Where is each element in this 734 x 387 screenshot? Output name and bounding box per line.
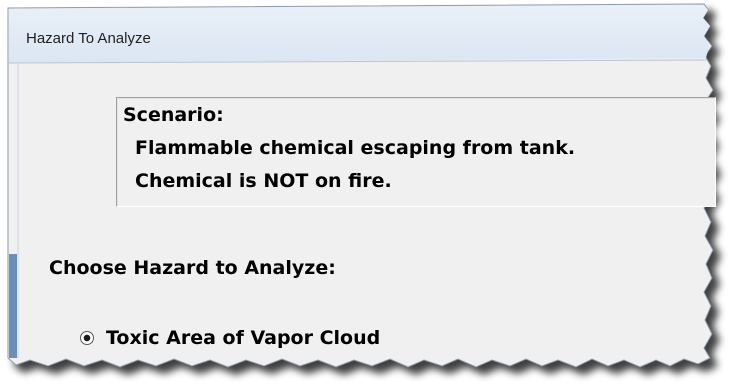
choose-hazard-label: Choose Hazard to Analyze: <box>49 257 336 279</box>
scenario-panel: Scenario: Flammable chemical escaping fr… <box>116 97 716 207</box>
radio-option-toxic-area[interactable]: Toxic Area of Vapor Cloud <box>80 327 380 349</box>
scenario-line-2: Chemical is NOT on fire. <box>135 170 392 192</box>
title-bar: Hazard To Analyze <box>12 10 724 66</box>
hazard-dialog: Hazard To Analyze Scenario: Flammable ch… <box>0 0 734 387</box>
scenario-heading: Scenario: <box>123 104 224 126</box>
radio-selected-icon[interactable] <box>80 331 94 345</box>
scenario-line-1: Flammable chemical escaping from tank. <box>135 137 576 159</box>
radio-option-label[interactable]: Toxic Area of Vapor Cloud <box>106 327 380 349</box>
window-title: Hazard To Analyze <box>26 29 151 47</box>
